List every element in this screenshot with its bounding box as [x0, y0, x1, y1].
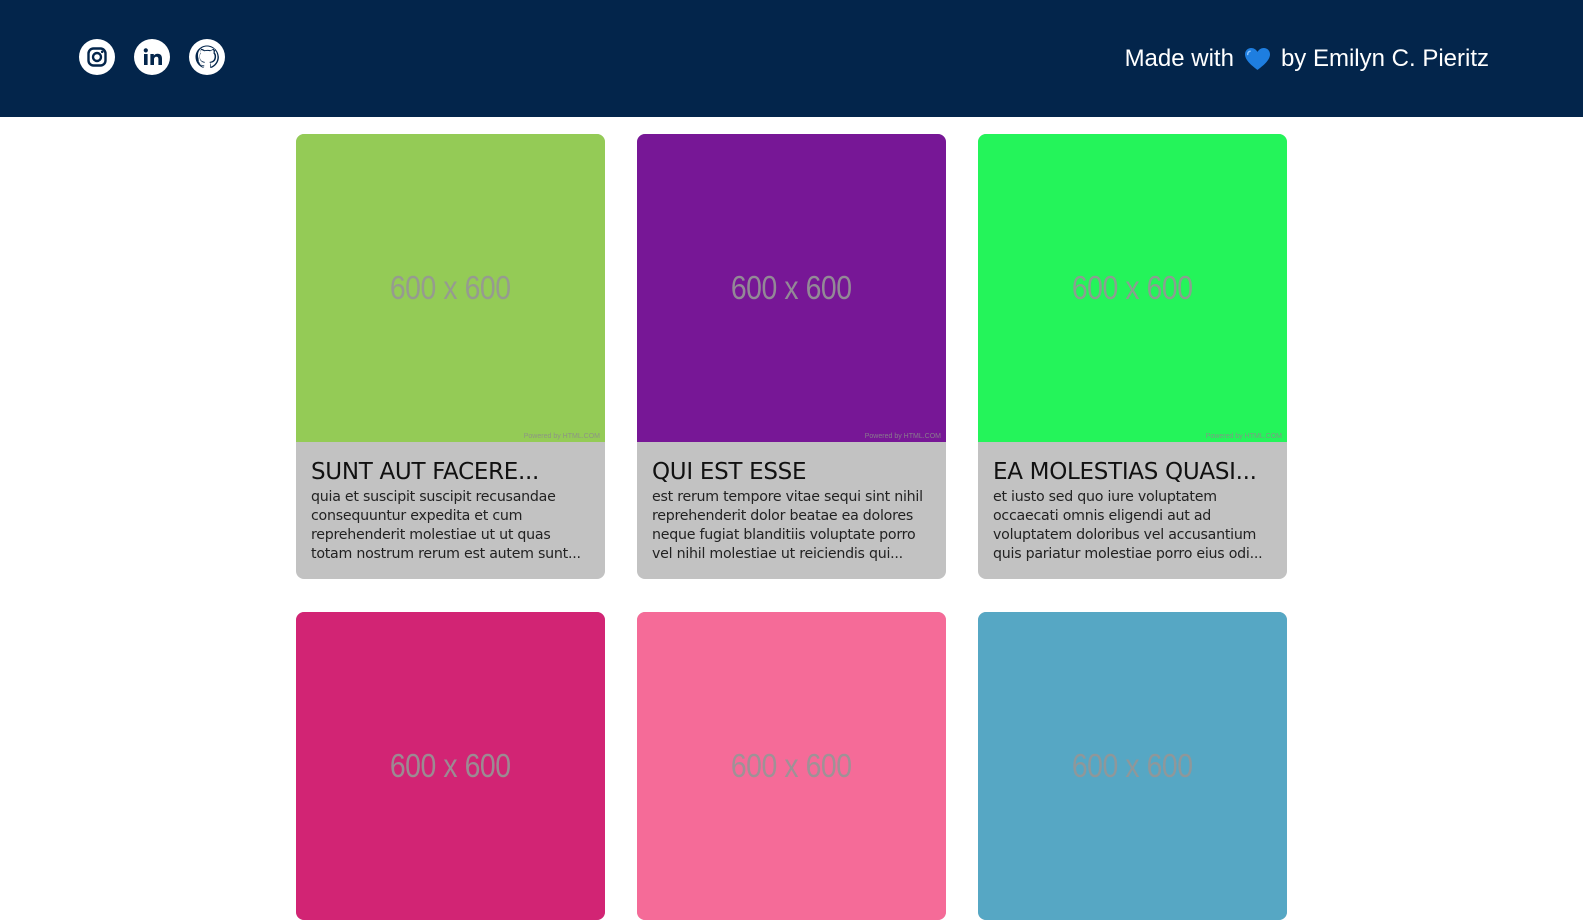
image-placeholder-text: 600 x 600: [390, 747, 511, 784]
post-card[interactable]: 600 x 600 Powered by HTML.COM EA MOLESTIAS…: [978, 134, 1287, 579]
image-placeholder-text: 600 x 600: [731, 747, 852, 784]
image-placeholder-text: 600 x 600: [1072, 747, 1193, 784]
github-link[interactable]: [189, 39, 225, 75]
credits-prefix: Made with: [1124, 45, 1234, 72]
instagram-icon: [79, 39, 115, 75]
post-title: QUI EST ESSE: [652, 459, 807, 485]
blue-heart-icon: [1244, 47, 1271, 71]
credits: Made with by Emilyn C. Pieritz: [1125, 42, 1489, 76]
powered-by-text: Powered by HTML.COM: [1205, 433, 1282, 440]
post-card[interactable]: 600 x 600: [978, 612, 1287, 920]
post-image: 600 x 600: [978, 612, 1287, 920]
post-card[interactable]: 600 x 600: [637, 612, 946, 920]
post-card[interactable]: 600 x 600 Powered by HTML.COM SUNT AUT FAC…: [296, 134, 605, 579]
post-title: SUNT AUT FACERE...: [311, 459, 540, 485]
social-links: [79, 39, 225, 75]
post-image: 600 x 600 Powered by HTML.COM: [637, 134, 946, 442]
posts-grid: 600 x 600 Powered by HTML.COM SUNT AUT FAC…: [296, 134, 1287, 920]
linkedin-icon: [134, 39, 170, 75]
credits-author: by Emilyn C. Pieritz: [1280, 45, 1489, 72]
image-placeholder-text: 600 x 600: [1072, 269, 1193, 306]
image-placeholder-text: 600 x 600: [731, 269, 852, 306]
image-placeholder-text: 600 x 600: [390, 269, 511, 306]
post-image: 600 x 600 Powered by HTML.COM: [978, 134, 1287, 442]
navbar: Made with by Emilyn C. Pieritz: [0, 0, 1583, 117]
powered-by-text: Powered by HTML.COM: [864, 433, 941, 440]
post-body: SUNT AUT FACERE... quia et suscipit susci…: [296, 442, 605, 579]
post-excerpt: quia et suscipit suscipit recusandae con…: [311, 489, 581, 562]
post-body: EA MOLESTIAS QUASI... et iusto sed quo iu…: [978, 442, 1287, 579]
powered-by-text: Powered by HTML.COM: [523, 433, 600, 440]
post-image: 600 x 600: [637, 612, 946, 920]
instagram-link[interactable]: [79, 39, 115, 75]
github-icon: [189, 39, 225, 75]
post-card[interactable]: 600 x 600 Powered by HTML.COM QUI EST ESSE…: [637, 134, 946, 579]
post-excerpt: et iusto sed quo iure voluptatem occaeca…: [993, 489, 1263, 562]
linkedin-link[interactable]: [134, 39, 170, 75]
post-title: EA MOLESTIAS QUASI...: [993, 459, 1257, 485]
post-body: QUI EST ESSE est rerum tempore vitae sequ…: [637, 442, 946, 579]
post-excerpt: est rerum tempore vitae sequi sint nihil…: [652, 489, 923, 562]
post-image: 600 x 600: [296, 612, 605, 920]
post-card[interactable]: 600 x 600: [296, 612, 605, 920]
post-image: 600 x 600 Powered by HTML.COM: [296, 134, 605, 442]
